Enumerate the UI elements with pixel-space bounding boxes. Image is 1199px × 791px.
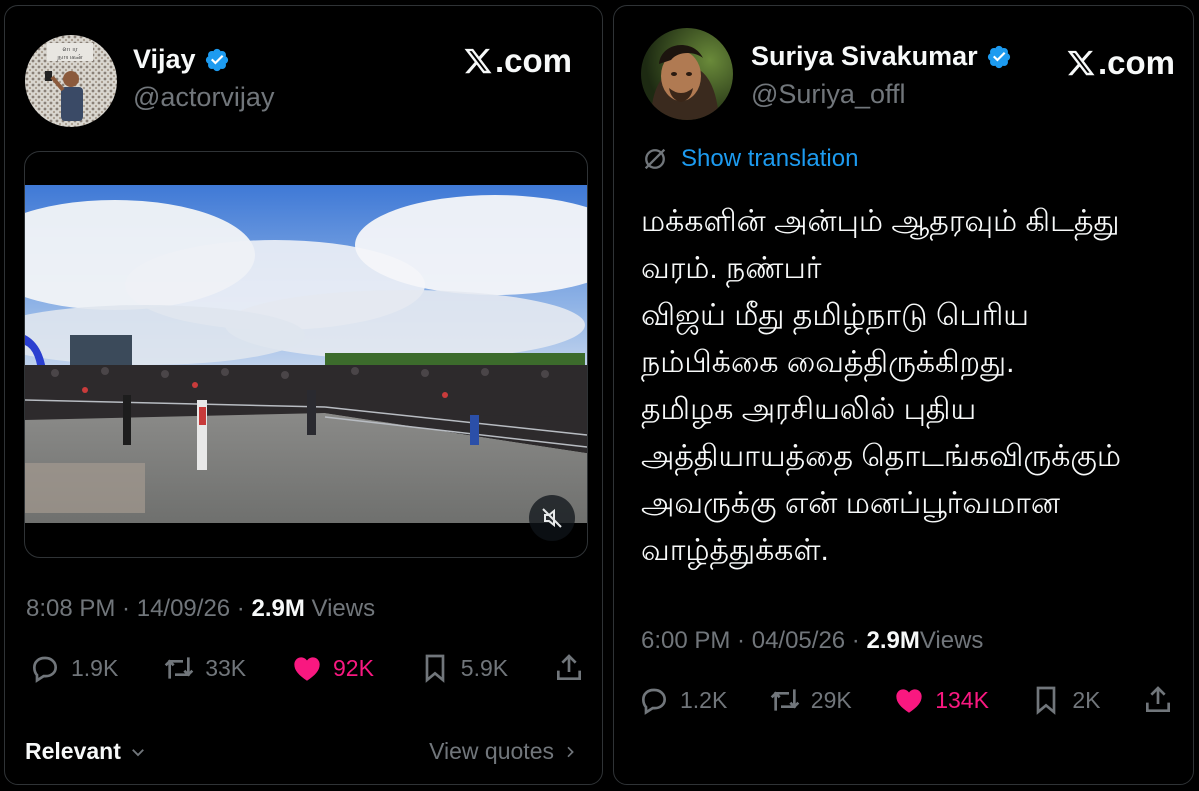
view-quotes-label: View quotes — [429, 738, 554, 764]
show-translation-label: Show translation — [681, 145, 859, 172]
mute-button[interactable] — [529, 495, 575, 541]
meta-separator: · — [730, 627, 752, 654]
tweet-time[interactable]: 8:08 PM — [26, 595, 115, 622]
repost-button[interactable]: 29K — [769, 684, 852, 716]
avatar-suriya[interactable] — [641, 28, 733, 120]
svg-text:ளபர: ளபர — [62, 45, 78, 53]
display-name[interactable]: Vijay — [133, 44, 196, 75]
like-button[interactable]: 134K — [893, 684, 989, 716]
bookmark-icon — [425, 654, 445, 683]
svg-text:நாயகன்: நாயகன் — [57, 53, 83, 61]
share-button[interactable] — [553, 652, 585, 684]
like-button[interactable]: 92K — [291, 652, 374, 684]
bookmark-count: 5.9K — [460, 654, 509, 681]
like-count: 92K — [332, 654, 374, 681]
x-logo-icon — [464, 48, 492, 74]
user-handle[interactable]: @Suriya_offl — [751, 79, 906, 110]
tweet-text-line: நம்பிக்கை வைத்திருக்கிறது. — [641, 346, 1015, 379]
repost-icon — [164, 657, 194, 679]
views-count: 2.9M — [866, 627, 920, 654]
display-name[interactable]: Suriya Sivakumar — [751, 41, 978, 72]
show-translation-link[interactable]: Show translation — [641, 145, 858, 173]
repost-icon — [770, 689, 800, 711]
verified-badge-icon — [205, 48, 228, 71]
share-icon — [556, 654, 581, 680]
tweet-text-line: விஜய் மீது தமிழ்நாடு பெரிய — [641, 299, 1030, 332]
sort-label: Relevant — [25, 738, 121, 764]
bookmark-button[interactable]: 5.9K — [419, 652, 508, 684]
sort-relevant-dropdown[interactable]: Relevant — [25, 738, 147, 765]
bookmark-count: 2K — [1072, 686, 1101, 713]
repost-count: 33K — [205, 654, 247, 681]
bookmark-icon — [1037, 686, 1056, 715]
repost-count: 29K — [810, 686, 852, 713]
tweet-text-line: வரம். நண்பர் — [641, 252, 822, 285]
chevron-down-icon — [131, 748, 144, 756]
translate-icon — [644, 148, 666, 170]
repost-button[interactable]: 33K — [163, 652, 246, 684]
bookmark-button[interactable]: 2K — [1030, 684, 1101, 716]
tweet-text-line: வாழ்த்துக்கள். — [641, 534, 829, 567]
tweet-text-line: அவருக்கு என் மனப்பூர்வமான — [641, 487, 1060, 520]
tweet-text-line: தமிழக அரசியலில் புதிய — [641, 393, 977, 426]
like-count: 134K — [935, 686, 989, 713]
tweet-date[interactable]: 04/05/26 — [752, 627, 845, 654]
views-label: Views — [919, 627, 984, 654]
action-bar: 1.2K 29K 134K 2K — [638, 684, 1174, 716]
reply-count: 1.2K — [680, 686, 728, 713]
reply-count: 1.9K — [71, 654, 119, 681]
tweet-meta: 8:08 PM · 14/09/26 · 2.9M Views — [26, 595, 375, 623]
mute-icon — [542, 508, 562, 528]
view-quotes-link[interactable]: View quotes — [429, 738, 578, 765]
x-com-text: .com — [1098, 44, 1176, 81]
verified-badge-icon — [987, 45, 1010, 68]
chevron-right-icon — [567, 746, 574, 757]
x-com-watermark: .com — [1066, 44, 1175, 82]
avatar-vijay[interactable]: ளபர நாயகன் — [25, 35, 117, 127]
heart-icon — [896, 689, 922, 713]
views-count: 2.9M — [251, 595, 305, 622]
tweet-meta: 6:00 PM · 04/05/26 · 2.9MViews — [641, 627, 983, 655]
x-com-watermark: .com — [463, 42, 572, 80]
meta-separator: · — [230, 595, 252, 622]
share-icon — [1146, 686, 1170, 712]
user-handle[interactable]: @actorvijay — [133, 82, 274, 113]
reply-button[interactable]: 1.9K — [29, 652, 118, 684]
reply-icon — [641, 688, 667, 715]
x-com-text: .com — [495, 42, 573, 79]
reply-icon — [32, 656, 58, 683]
action-bar: 1.9K 33K 92K 5.9K — [29, 652, 585, 684]
video-frame-crowd[interactable] — [25, 185, 587, 523]
meta-separator: · — [115, 595, 137, 622]
tweet-card-suriya: Suriya Sivakumar @Suriya_offl .com Show … — [613, 5, 1194, 785]
tweet-date[interactable]: 14/09/26 — [137, 595, 230, 622]
share-button[interactable] — [1142, 684, 1174, 716]
tweet-card-vijay: ளபர நாயகன் Vijay @actorvijay .com 8:08 P… — [4, 5, 603, 785]
heart-icon — [294, 657, 320, 681]
tweet-text-line: அத்தியாயத்தை தொடங்கவிருக்கும் — [641, 440, 1122, 473]
video-media[interactable] — [24, 151, 588, 558]
x-logo-icon — [1067, 50, 1095, 76]
meta-separator: · — [845, 627, 867, 654]
tweet-time[interactable]: 6:00 PM — [641, 627, 730, 654]
tweet-text: மக்களின் அன்பும் ஆதரவும் கிடத்து வரம். ந… — [641, 198, 1171, 574]
tweet-text-line: மக்களின் அன்பும் ஆதரவும் கிடத்து — [641, 205, 1120, 238]
reply-button[interactable]: 1.2K — [638, 684, 727, 716]
views-label: Views — [304, 595, 376, 622]
